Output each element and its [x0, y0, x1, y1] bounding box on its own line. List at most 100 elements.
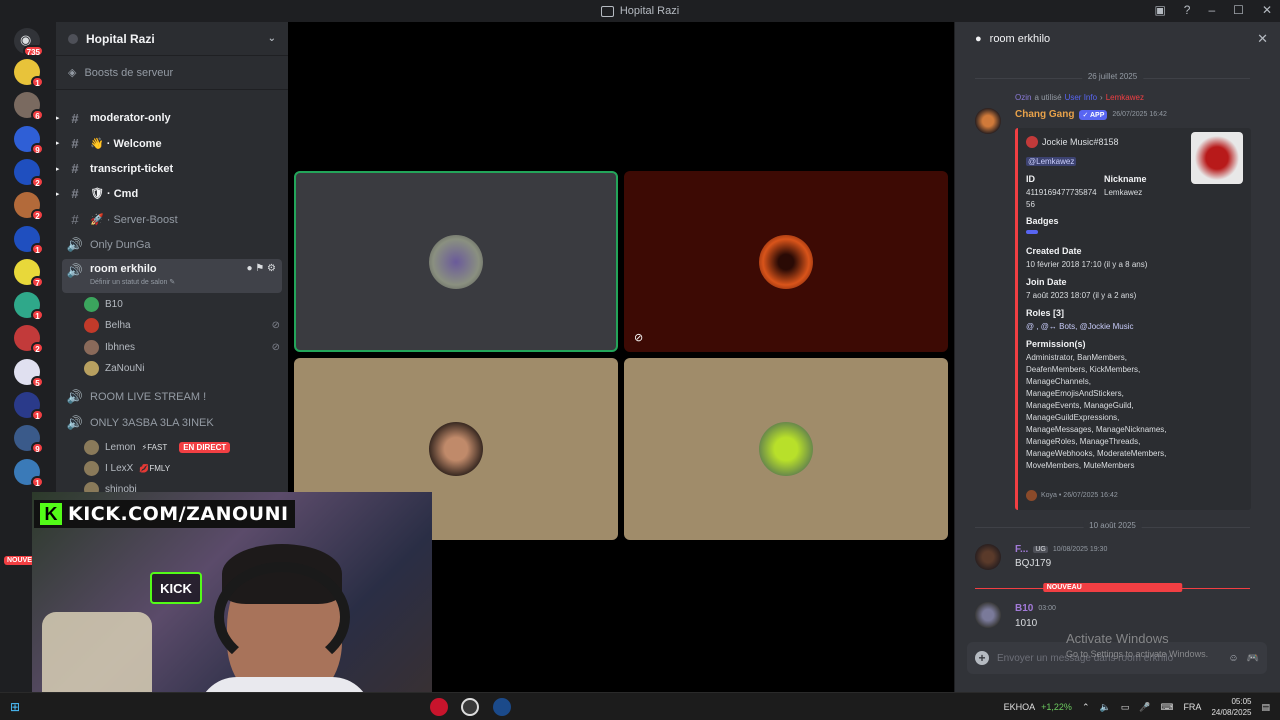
windows-start-icon[interactable]: ⊞ [10, 700, 20, 714]
bot-avatar[interactable] [975, 108, 1001, 134]
voice-user[interactable]: Belha ⊘ [84, 316, 280, 336]
server-header[interactable]: Hopital Razi ⌄ [56, 22, 288, 56]
server-3[interactable]: 9 [14, 125, 44, 155]
inbox-icon[interactable]: ▣ [1154, 3, 1165, 17]
message-avatar[interactable] [975, 544, 1001, 570]
server-7[interactable]: 7 [14, 258, 44, 288]
minimize-button[interactable]: – [1208, 3, 1215, 17]
user-name: Belha [105, 320, 131, 331]
embed-footer-icon [1026, 490, 1037, 501]
emoji-icon[interactable]: ☺ [1228, 653, 1238, 664]
volume-icon[interactable]: 🔈 [1099, 702, 1110, 713]
obs-icon[interactable] [461, 698, 479, 716]
home-button[interactable]: ◉ 735 [14, 28, 44, 57]
server-6[interactable]: 1 [14, 225, 44, 255]
channel-item[interactable]: ▶ # moderator-only [56, 107, 282, 129]
activate-windows-title: Activate Windows [1066, 631, 1169, 646]
voice-channel[interactable]: 🔊 ROOM LIVE STREAM ! [62, 386, 282, 408]
message-avatar[interactable] [975, 602, 1001, 628]
message-header: F... UG 10/08/2025 19:30 [1015, 544, 1108, 555]
taskbar: ⊞ EKHOA +1,22% ⌃ 🔈 ▭ 🎤 ⌨ FRA 05:05 24/08… [0, 692, 1280, 720]
close-window-button[interactable]: ✕ [1262, 3, 1272, 17]
server-12[interactable]: 9 [14, 425, 44, 455]
embed-roles-value: @ , @↔ Bots, @Jockie Music [1026, 322, 1134, 331]
stock-name: EKHOA [1003, 702, 1036, 712]
hash-icon: # [71, 211, 79, 227]
server-boosts[interactable]: ◈ Boosts de serveur [56, 56, 288, 90]
participant-tile-1[interactable] [294, 171, 618, 352]
server-11[interactable]: 1 [14, 392, 44, 421]
embed-badges-label: Badges [1026, 216, 1059, 226]
hash-icon: # [71, 110, 79, 126]
server-2[interactable]: 6 [14, 92, 44, 122]
participant-avatar [759, 234, 813, 289]
notification-badge: 2 [31, 175, 44, 188]
speaker-icon: 🔊 [66, 236, 84, 252]
server-9[interactable]: 2 [14, 325, 44, 355]
participant-tile-4[interactable] [624, 358, 948, 540]
mic-icon[interactable]: 🎤 [1139, 702, 1150, 713]
server-13[interactable]: 1 [14, 458, 44, 488]
clock[interactable]: 05:05 24/08/2025 [1211, 696, 1251, 718]
activate-windows-sub: Go to Settings to activate Windows. [1066, 649, 1209, 659]
channel-item[interactable]: ▶ # transcript-ticket [56, 158, 282, 180]
title-bar: Hopital Razi ▣ ? – ☐ ✕ [0, 0, 1280, 22]
help-icon[interactable]: ? [1184, 3, 1191, 17]
embed-thumbnail [1191, 132, 1243, 184]
channel-item[interactable]: 🔊 Only DunGa [62, 234, 282, 256]
server-1[interactable]: 1 [14, 59, 44, 88]
keyboard-icon[interactable]: ⌨ [1160, 702, 1173, 713]
chevron-down-icon[interactable]: ⌄ [268, 33, 276, 44]
participant-avatar [429, 234, 483, 289]
embed-mention[interactable]: @Lemkawez [1026, 157, 1077, 166]
opera-icon[interactable] [430, 698, 448, 716]
voice-user[interactable]: Lemon ⚡FAST EN DIRECT [84, 437, 280, 457]
speaker-icon: 🔊 [66, 263, 84, 278]
voice-user[interactable]: ZaNouNi [84, 359, 280, 379]
channel-item[interactable]: ▶ # 🛡 · Cmd [56, 183, 282, 205]
channel-item[interactable]: ▶ # 👋 · Welcome [56, 132, 282, 154]
stock-change: +1,22% [1041, 702, 1072, 712]
server-8[interactable]: 1 [14, 292, 44, 322]
voice-channel[interactable]: 🔊 ONLY 3ASBA 3LA 3INEK [62, 412, 282, 434]
window-app-icon [600, 5, 614, 17]
user-name: I LexX [105, 462, 134, 474]
notifications-icon[interactable]: ▤ [1261, 702, 1270, 713]
network-icon[interactable]: ▭ [1121, 702, 1130, 713]
channel-tools[interactable]: ● ⚑ ⚙ [246, 263, 276, 274]
notification-badge: 2 [31, 209, 44, 222]
close-icon[interactable]: ✕ [1257, 31, 1268, 47]
stock-widget[interactable]: EKHOA +1,22% [1004, 702, 1072, 712]
kick-logo-icon: K [40, 503, 62, 525]
channel-item[interactable]: # 🚀 · Server-Boost [62, 208, 282, 230]
muted-icon: ⊘ [634, 332, 644, 344]
tray-chevron-icon[interactable]: ⌃ [1082, 702, 1090, 713]
steam-icon[interactable] [493, 698, 511, 716]
embed-roles-label: Roles [3] [1026, 308, 1065, 318]
add-attachment-icon[interactable]: + [975, 651, 989, 665]
notification-badge: 1 [31, 409, 44, 421]
channel-label: 🚀 · Server-Boost [90, 213, 178, 226]
activity-icon[interactable]: 🎮 [1247, 653, 1259, 664]
user-avatar [84, 439, 99, 455]
channel-label: moderator-only [90, 112, 171, 124]
voice-user[interactable]: B10 [84, 294, 280, 314]
voice-user[interactable]: Ibhnes ⊘ [84, 337, 280, 357]
embed-created-label: Created Date [1026, 246, 1082, 256]
server-4[interactable]: 2 [14, 158, 44, 188]
embed-created-value: 10 février 2018 17:10 (il y a 8 ans) [1026, 260, 1148, 269]
user-name: ZaNouNi [105, 363, 145, 374]
language-label[interactable]: FRA [1183, 702, 1201, 712]
hash-icon: # [71, 161, 79, 177]
user-name: B10 [105, 298, 123, 310]
voice-user[interactable]: I LexX 💋FMLY [84, 458, 280, 478]
channel-room-erkhilo[interactable]: 🔊 room erkhilo Définir un statut de salo… [62, 259, 282, 293]
maximize-button[interactable]: ☐ [1233, 3, 1244, 17]
channel-status[interactable]: Définir un statut de salon ✎ [90, 278, 175, 286]
embed-author: Jockie Music#8158 [1042, 137, 1119, 147]
participant-tile-2[interactable]: ⊘ [624, 171, 948, 352]
message-header: B10 03:00 [1015, 603, 1056, 614]
server-5[interactable]: 2 [14, 192, 44, 222]
server-10[interactable]: 5 [14, 358, 44, 388]
user-name: Ibhnes [105, 341, 136, 353]
